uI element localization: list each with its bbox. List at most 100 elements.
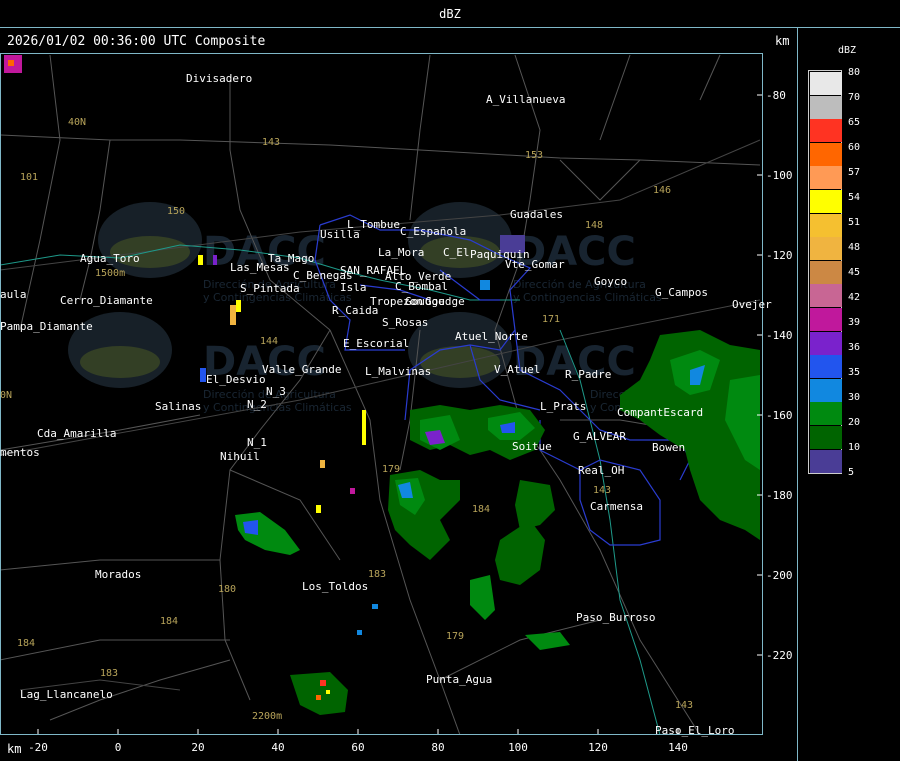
place-label: 184 bbox=[472, 504, 490, 515]
x-tick-label: 40 bbox=[271, 741, 284, 754]
place-label: aula bbox=[0, 288, 27, 301]
legend-swatch bbox=[810, 95, 842, 119]
place-label: E_Escorial bbox=[343, 337, 409, 350]
place-label: mentos bbox=[0, 446, 40, 459]
legend-swatch bbox=[810, 190, 842, 213]
place-label: Agua_Toro bbox=[80, 252, 140, 265]
legend-swatch bbox=[810, 142, 842, 166]
place-label: Nihuil bbox=[220, 450, 260, 463]
place-label: 153 bbox=[525, 150, 543, 161]
place-label: L_Malvinas bbox=[365, 365, 431, 378]
place-label: Real_OH bbox=[578, 464, 624, 477]
place-label: Ovejer bbox=[732, 298, 772, 311]
place-label: 183 bbox=[100, 668, 118, 679]
legend-swatch bbox=[810, 237, 842, 261]
place-label: G_ALVEAR bbox=[573, 430, 626, 443]
x-tick-label: 60 bbox=[351, 741, 364, 754]
place-label: L_Prats bbox=[540, 400, 586, 413]
x-tick-label: -20 bbox=[28, 741, 48, 754]
place-label: El_Desvio bbox=[206, 373, 266, 386]
x-tick-label: 0 bbox=[115, 741, 122, 754]
legend-label: 51 bbox=[848, 217, 861, 228]
place-label: Goudge bbox=[405, 295, 445, 308]
place-label: 101 bbox=[20, 172, 38, 183]
place-label: S_Rosas bbox=[382, 316, 428, 329]
place-label: Morados bbox=[95, 568, 141, 581]
legend-swatch bbox=[810, 378, 842, 402]
place-label: N_3 bbox=[266, 385, 286, 398]
legend-swatch bbox=[810, 426, 842, 449]
place-label: N_1 bbox=[247, 436, 267, 449]
legend-label: 42 bbox=[848, 292, 861, 303]
y-tick-label: -200 bbox=[766, 569, 793, 582]
place-label: R_Padre bbox=[565, 368, 611, 381]
legend-label: 35 bbox=[848, 367, 861, 378]
legend-swatch bbox=[810, 402, 842, 426]
x-tick-label: 120 bbox=[588, 741, 608, 754]
place-label: Bowen bbox=[652, 441, 685, 454]
y-tick-label: -160 bbox=[766, 409, 793, 422]
place-label: 144 bbox=[260, 336, 278, 347]
x-tick-label: 100 bbox=[508, 741, 528, 754]
place-label: C_Española bbox=[400, 225, 466, 238]
place-label: 143 bbox=[262, 137, 280, 148]
legend-swatch bbox=[810, 331, 842, 355]
place-label: Soitue bbox=[512, 440, 552, 453]
place-label: 146 bbox=[653, 185, 671, 196]
legend-label: 10 bbox=[848, 442, 861, 453]
y-tick-label: -100 bbox=[766, 169, 793, 182]
legend-label: 39 bbox=[848, 317, 861, 328]
place-label: 184 bbox=[160, 616, 178, 627]
legend-colorbar bbox=[808, 70, 842, 474]
y-tick-label: -140 bbox=[766, 329, 793, 342]
y-tick-label: -180 bbox=[766, 489, 793, 502]
place-label: N_2 bbox=[247, 398, 267, 411]
x-axis-ticks: -20 0 20 40 60 80 100 120 140 bbox=[28, 729, 688, 754]
legend-label: 65 bbox=[848, 117, 861, 128]
place-label: Cerro_Diamante bbox=[60, 294, 153, 307]
legend-title: dBZ bbox=[838, 45, 857, 56]
place-label: Ta_Mago bbox=[268, 252, 314, 265]
legend-label: 45 bbox=[848, 267, 861, 278]
legend-swatch bbox=[810, 260, 842, 284]
place-label: C_Bombal bbox=[395, 280, 448, 293]
place-label: 179 bbox=[446, 631, 464, 642]
place-label: Paso_El_Loro bbox=[655, 724, 734, 737]
place-label: 0N bbox=[0, 390, 12, 401]
place-label: Punta_Agua bbox=[426, 673, 492, 686]
legend-swatch bbox=[810, 284, 842, 308]
place-label: Cda_Amarilla bbox=[37, 427, 116, 440]
watermark-line2-2: y Contingencias Climáticas bbox=[513, 291, 662, 304]
place-label: 180 bbox=[218, 584, 236, 595]
legend-swatch bbox=[810, 213, 842, 237]
radar-map[interactable]: DACC Dirección de Agricultura y Continge… bbox=[0, 0, 900, 761]
legend-swatch bbox=[810, 449, 842, 473]
place-label: Goyco bbox=[594, 275, 627, 288]
legend-label: 30 bbox=[848, 392, 861, 403]
y-tick-label: -120 bbox=[766, 249, 793, 262]
place-label: CompantEscard bbox=[617, 406, 703, 419]
y-axis-ticks: -80 -100 -120 -140 -160 -180 -200 -220 bbox=[757, 89, 793, 662]
place-label: R_Caida bbox=[332, 304, 378, 317]
place-label: 150 bbox=[167, 206, 185, 217]
place-label: 148 bbox=[585, 220, 603, 231]
x-tick-label: 20 bbox=[191, 741, 204, 754]
place-label: 179 bbox=[382, 464, 400, 475]
place-label: Divisadero bbox=[186, 72, 252, 85]
place-label: S_Pintada bbox=[240, 282, 300, 295]
place-label: 171 bbox=[542, 314, 560, 325]
place-label: Carmensa bbox=[590, 500, 643, 513]
legend-swatch bbox=[810, 308, 842, 331]
place-label: 1500m bbox=[95, 268, 125, 279]
place-label: Pampa_Diamante bbox=[0, 320, 93, 333]
x-tick-label: 80 bbox=[431, 741, 444, 754]
legend-label: 57 bbox=[848, 167, 861, 178]
place-label: Vte_Gomar bbox=[505, 258, 565, 271]
legend-label: 36 bbox=[848, 342, 861, 353]
place-label: Valle_Grande bbox=[262, 363, 341, 376]
place-label: Isla bbox=[340, 281, 367, 294]
place-label: La_Mora bbox=[378, 246, 424, 259]
place-label: 143 bbox=[675, 700, 693, 711]
legend-label: 70 bbox=[848, 92, 861, 103]
place-label: V_Atuel bbox=[494, 363, 540, 376]
